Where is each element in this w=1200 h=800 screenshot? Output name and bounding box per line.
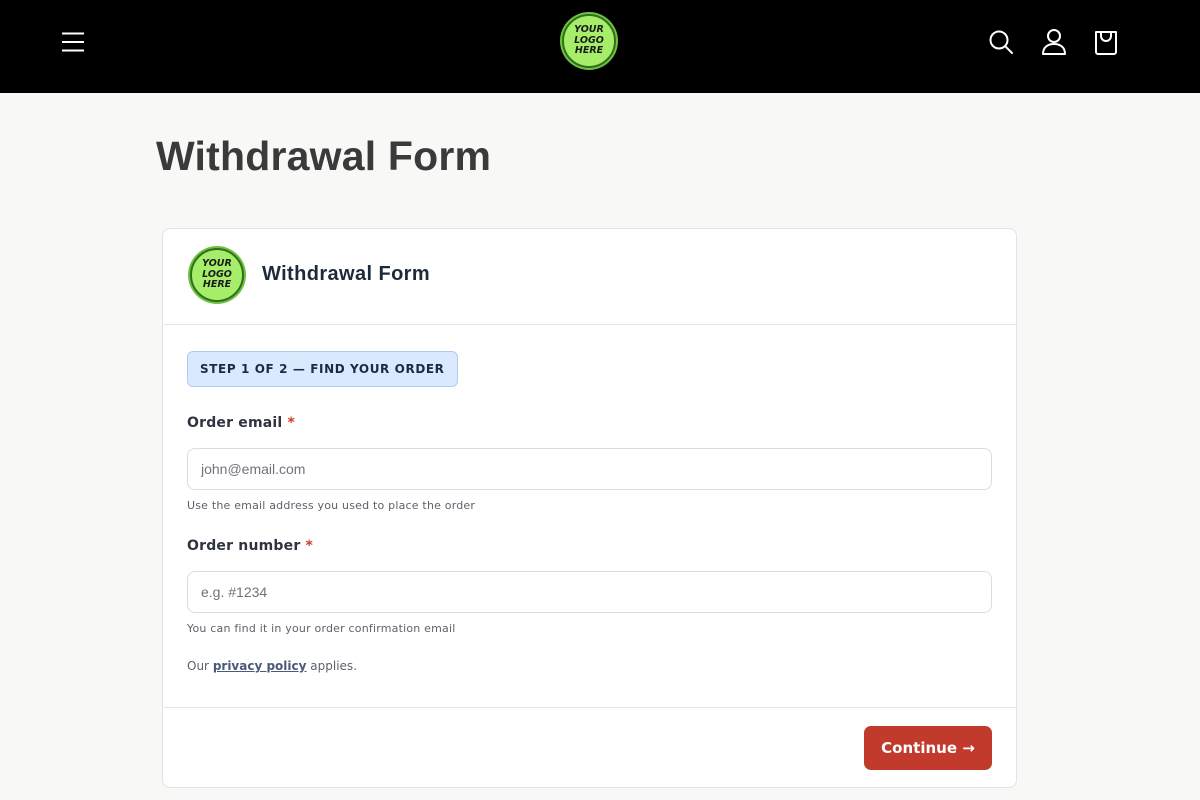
search-button[interactable]: [983, 24, 1019, 60]
continue-button[interactable]: Continue →: [864, 726, 992, 770]
withdrawal-form-card: YOUR LOGO HERE Withdrawal Form STEP 1 OF…: [162, 228, 1017, 788]
order-number-hint: You can find it in your order confirmati…: [187, 622, 456, 635]
page-title: Withdrawal Form: [156, 133, 492, 179]
logo-text-line: HERE: [202, 279, 232, 291]
required-asterisk: *: [287, 415, 295, 431]
order-email-label: Order email *: [187, 415, 295, 431]
order-number-label-text: Order number: [187, 538, 301, 554]
required-asterisk: *: [305, 538, 313, 554]
card-footer: Continue →: [163, 707, 1016, 787]
hamburger-menu-icon: [62, 32, 84, 52]
menu-button[interactable]: [55, 24, 91, 60]
card-logo: YOUR LOGO HERE: [190, 248, 244, 302]
account-button[interactable]: [1036, 24, 1072, 60]
order-email-hint: Use the email address you used to place …: [187, 499, 476, 512]
order-email-label-text: Order email: [187, 415, 283, 431]
privacy-prefix: Our: [187, 659, 209, 673]
order-number-label: Order number *: [187, 538, 313, 554]
privacy-suffix: applies.: [310, 659, 358, 673]
site-header: YOUR LOGO HERE: [0, 0, 1200, 93]
cart-button[interactable]: [1088, 24, 1124, 60]
card-title: Withdrawal Form: [262, 263, 431, 285]
user-icon: [1042, 29, 1066, 55]
logo-text-line: HERE: [574, 45, 604, 57]
order-email-input[interactable]: [187, 448, 992, 490]
card-header: YOUR LOGO HERE Withdrawal Form: [163, 229, 1016, 325]
step-indicator: STEP 1 OF 2 — FIND YOUR ORDER: [187, 351, 458, 387]
privacy-notice: Our privacy policy applies.: [187, 659, 357, 673]
order-number-input[interactable]: [187, 571, 992, 613]
shopping-bag-icon: [1095, 31, 1117, 55]
header-logo[interactable]: YOUR LOGO HERE: [562, 14, 616, 68]
logo-text-line: YOUR: [574, 23, 604, 35]
logo-text-line: YOUR: [202, 257, 232, 269]
search-icon: [989, 30, 1013, 54]
privacy-policy-link[interactable]: privacy policy: [213, 659, 307, 673]
